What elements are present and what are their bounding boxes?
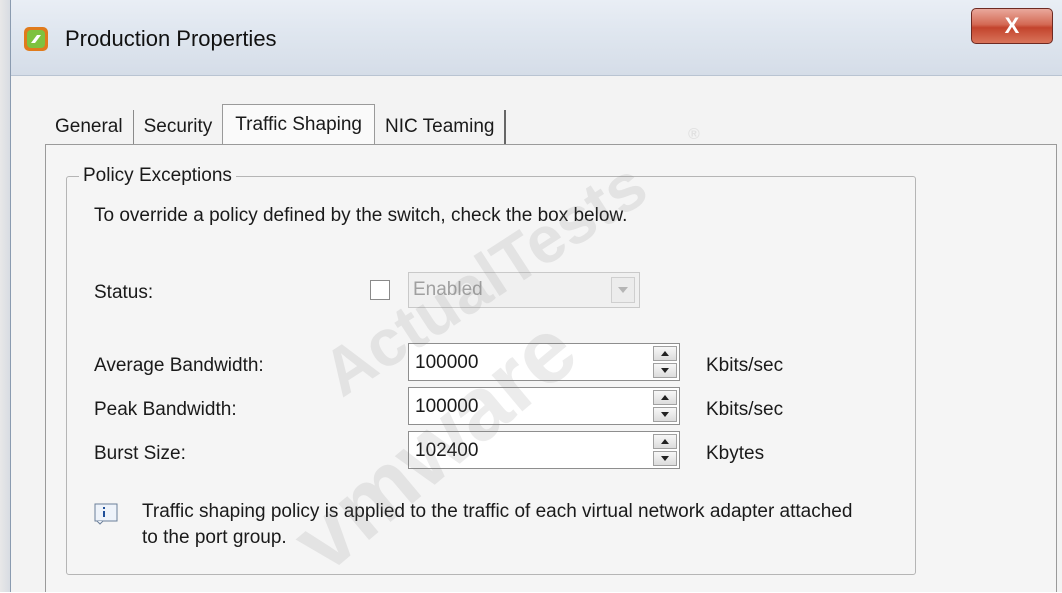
info-icon: [94, 503, 118, 525]
status-dropdown[interactable]: Enabled: [408, 272, 640, 308]
peak-bandwidth-label: Peak Bandwidth:: [94, 399, 237, 420]
tab-security[interactable]: Security: [134, 110, 223, 144]
burst-size-value: 102400: [415, 440, 479, 461]
arrow-up-icon: [661, 351, 669, 356]
close-button[interactable]: X: [971, 8, 1053, 44]
status-label: Status:: [94, 282, 154, 303]
chevron-down-icon: [618, 287, 628, 293]
arrow-down-icon: [661, 412, 669, 417]
burst-size-label: Burst Size:: [94, 443, 186, 464]
average-bandwidth-label: Average Bandwidth:: [94, 355, 264, 376]
dropdown-button[interactable]: [611, 277, 635, 303]
arrow-up-icon: [661, 395, 669, 400]
instruction-text: To override a policy defined by the swit…: [94, 205, 628, 226]
stepper-down-button[interactable]: [653, 451, 677, 466]
average-bandwidth-unit: Kbits/sec: [706, 355, 784, 376]
status-dropdown-value: Enabled: [413, 279, 483, 300]
window-left-edge: [0, 0, 10, 592]
average-bandwidth-input[interactable]: 100000: [408, 343, 680, 381]
stepper-up-button[interactable]: [653, 346, 677, 361]
peak-bandwidth-stepper: [653, 390, 677, 422]
average-bandwidth-value: 100000: [415, 352, 479, 373]
stepper-up-button[interactable]: [653, 390, 677, 405]
average-bandwidth-stepper: [653, 346, 677, 378]
peak-bandwidth-input[interactable]: 100000: [408, 387, 680, 425]
traffic-shaping-panel: Policy Exceptions To override a policy d…: [45, 144, 1057, 592]
info-text-line2: to the port group.: [142, 527, 287, 548]
close-icon: X: [1004, 13, 1020, 38]
tab-general[interactable]: General: [45, 110, 134, 144]
group-title: Policy Exceptions: [83, 165, 232, 186]
info-text-line1: Traffic shaping policy is applied to the…: [142, 501, 853, 522]
burst-size-stepper: [653, 434, 677, 466]
app-icon: [24, 27, 48, 51]
stepper-down-button[interactable]: [653, 407, 677, 422]
arrow-down-icon: [661, 368, 669, 373]
window-title: Production Properties: [65, 26, 277, 51]
arrow-down-icon: [661, 456, 669, 461]
burst-size-input[interactable]: 102400: [408, 431, 680, 469]
stepper-up-button[interactable]: [653, 434, 677, 449]
tab-strip: General Security Traffic Shaping NIC Tea…: [45, 102, 507, 145]
peak-bandwidth-unit: Kbits/sec: [706, 399, 784, 420]
tab-nic-teaming[interactable]: NIC Teaming: [375, 110, 507, 144]
tab-traffic-shaping[interactable]: Traffic Shaping: [222, 104, 375, 145]
properties-window: Production Properties X General Security…: [10, 0, 1062, 592]
dialog-content: General Security Traffic Shaping NIC Tea…: [11, 76, 1062, 592]
status-checkbox[interactable]: [370, 280, 390, 300]
title-bar[interactable]: Production Properties X: [11, 0, 1062, 76]
arrow-up-icon: [661, 439, 669, 444]
stepper-down-button[interactable]: [653, 363, 677, 378]
burst-size-unit: Kbytes: [706, 443, 765, 464]
peak-bandwidth-value: 100000: [415, 396, 479, 417]
